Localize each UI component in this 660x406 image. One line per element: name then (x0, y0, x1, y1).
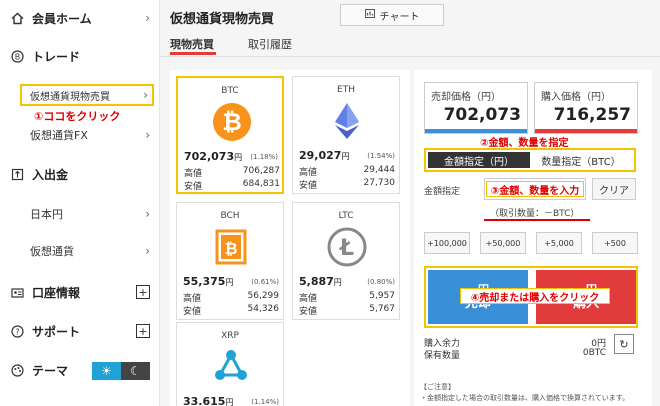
svg-text:₿: ₿ (224, 239, 237, 258)
transfer-icon (10, 167, 24, 181)
bitcoin-cash-logo-icon: ₿ (215, 229, 247, 265)
chevron-right-icon: › (145, 11, 150, 25)
buy-price-box: 購入価格（円） 716,257 (534, 82, 638, 134)
question-icon: ? (10, 324, 24, 338)
plus-icon[interactable]: + (136, 324, 150, 338)
coin-card-btc[interactable]: BTC ₿ 702,073円 (1.18%) 高値 706,287 安値 684,8… (176, 76, 284, 194)
notice-title: 【ご注意】 (420, 383, 455, 391)
order-buttons: －円 売却 －円 購入 ④売却または購入をクリック (424, 266, 638, 328)
chevron-right-icon: › (145, 207, 150, 221)
sidebar-item-member-home[interactable]: 会員ホーム › (0, 8, 160, 28)
chevron-right-icon: › (143, 88, 148, 102)
tab-spot-trading[interactable]: 現物売買 (170, 36, 214, 52)
ethereum-logo-icon (335, 103, 359, 139)
svg-text:Ł: Ł (339, 236, 354, 261)
coin-card-eth[interactable]: ETH 29,027円 (1.54%) 高値 29,444 安値 27,730 (292, 76, 400, 194)
mode-selector: 金額指定（円） 数量指定（BTC） (424, 148, 636, 172)
sidebar-item-account-info[interactable]: 口座情報 + (0, 282, 160, 302)
plus-icon[interactable]: + (136, 285, 150, 299)
coin-price: 55,375円 (183, 275, 234, 288)
step-5000-button[interactable]: +5,000 (536, 232, 582, 254)
svg-text:B: B (14, 52, 20, 61)
mode-quantity-button[interactable]: 数量指定（BTC） (530, 152, 632, 168)
coin-card-bch[interactable]: BCH ₿ 55,375円 (0.61%) 高値 56,299 安値 54,326 (176, 202, 284, 320)
coin-price: 29,027円 (299, 149, 350, 162)
sidebar: 会員ホーム › B トレード 仮想通貨現物売買 › ①ココをクリック 仮想通貨F… (0, 0, 160, 406)
buy-price: 716,257 (553, 105, 631, 125)
active-tab-indicator (170, 52, 216, 55)
theme-toggle[interactable]: ☀ ☾ (92, 362, 150, 380)
tab-history[interactable]: 取引履歴 (248, 36, 292, 52)
coin-card-xrp[interactable]: XRP 33.615円 (1.14%) (176, 322, 284, 406)
sidebar-item-deposit-withdraw[interactable]: 入出金 (0, 164, 160, 184)
svg-text:₿: ₿ (222, 108, 242, 136)
notice-text: ・金額指定した場合の取引数量は、購入価格で換算されています。 (420, 394, 630, 402)
annotation-specify: ②金額、数量を指定 (480, 138, 569, 149)
palette-icon (10, 363, 24, 377)
holdings: 0BTC (582, 348, 606, 358)
ripple-logo-icon (215, 350, 247, 380)
sidebar-item-fx[interactable]: 仮想通貨FX › (0, 126, 160, 144)
coin-card-ltc[interactable]: LTC Ł 5,887円 (0.80%) 高値 5,957 安値 5,767 (292, 202, 400, 320)
coin-price: 33.615円 (183, 395, 234, 406)
page-title: 仮想通貨現物売買 (170, 12, 275, 27)
refresh-icon[interactable]: ↻ (614, 334, 634, 354)
moon-icon[interactable]: ☾ (121, 362, 150, 380)
sun-icon[interactable]: ☀ (92, 362, 121, 380)
chart-icon (364, 9, 375, 21)
svg-text:?: ? (15, 327, 19, 336)
coin-price: 702,073円 (184, 150, 243, 163)
divider (160, 56, 660, 57)
sell-price-box: 売却価格（円） 702,073 (424, 82, 528, 134)
step-500-button[interactable]: +500 (592, 232, 638, 254)
sidebar-item-trade[interactable]: B トレード (0, 46, 160, 66)
sidebar-item-crypto[interactable]: 仮想通貨 › (0, 242, 160, 260)
mode-amount-button[interactable]: 金額指定（円） (428, 152, 530, 168)
home-icon (10, 11, 24, 25)
annotation-enter: ③金額、数量を入力 (486, 181, 584, 197)
step-50000-button[interactable]: +50,000 (480, 232, 526, 254)
coin-price: 5,887円 (299, 275, 342, 288)
sidebar-item-spot-trading[interactable]: 仮想通貨現物売買 › (20, 84, 154, 106)
clear-button[interactable]: クリア (592, 178, 636, 200)
bitcoin-circle-icon: B (10, 49, 24, 63)
bitcoin-logo-icon: ₿ (213, 103, 251, 141)
trade-quantity: （取引数量：－BTC） (490, 209, 580, 219)
chevron-right-icon: › (145, 128, 150, 142)
sell-price: 702,073 (443, 105, 521, 125)
main-content: 仮想通貨現物売買 チャート 現物売買 取引履歴 BTC ₿ 702,073円 (… (160, 0, 660, 406)
chevron-right-icon: › (145, 244, 150, 258)
sidebar-item-support[interactable]: ? サポート + (0, 321, 160, 341)
sidebar-item-jpy[interactable]: 日本円 › (0, 205, 160, 223)
trade-panel: 売却価格（円） 702,073 購入価格（円） 716,257 ②金額、数量を指… (414, 70, 652, 406)
id-card-icon (10, 285, 24, 299)
chart-button[interactable]: チャート (340, 4, 444, 26)
litecoin-logo-icon: Ł (327, 227, 367, 267)
coin-list: BTC ₿ 702,073円 (1.18%) 高値 706,287 安値 684,8… (170, 70, 410, 406)
step-100000-button[interactable]: +100,000 (424, 232, 470, 254)
annotation-order: ④売却または購入をクリック (460, 288, 610, 304)
annotation-click-here: ①ココをクリック (34, 110, 121, 123)
